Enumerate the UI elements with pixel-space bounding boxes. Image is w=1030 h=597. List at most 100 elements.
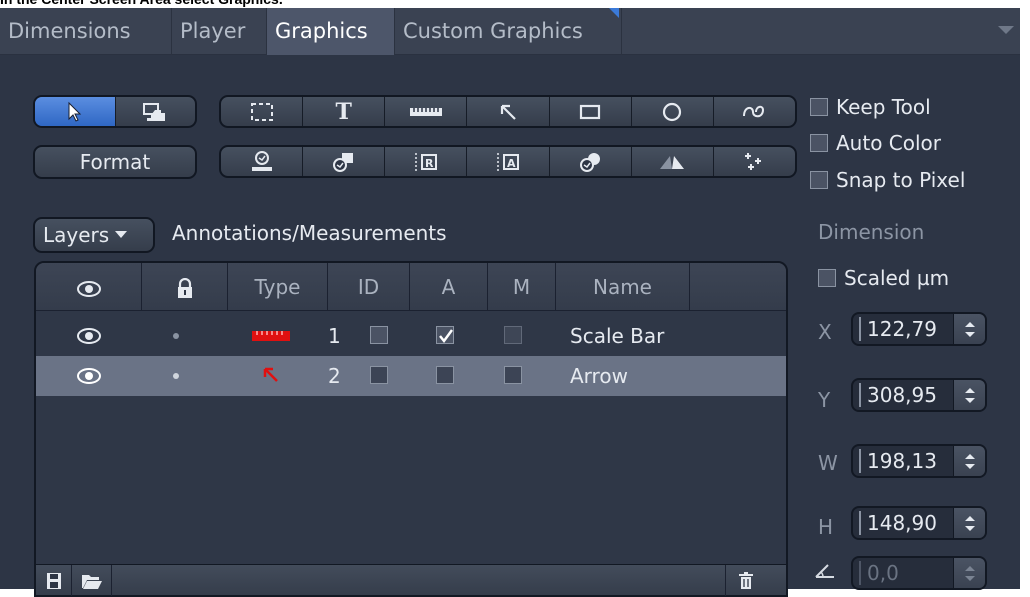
keep-tool-checkbox[interactable] bbox=[810, 97, 828, 116]
pointer-mode-button[interactable] bbox=[35, 97, 116, 126]
column-name[interactable]: Name bbox=[556, 263, 690, 311]
row-a-checkbox[interactable] bbox=[436, 366, 454, 384]
y-spinbox[interactable]: 308,95 bbox=[851, 378, 987, 412]
scaled-um-checkbox[interactable] bbox=[818, 268, 836, 287]
marker-icon bbox=[332, 152, 353, 172]
tab-player[interactable]: Player bbox=[172, 8, 267, 55]
eye-icon[interactable] bbox=[76, 327, 102, 345]
tab-graphics[interactable]: Graphics bbox=[267, 8, 395, 55]
auto-color-checkbox[interactable] bbox=[810, 133, 828, 152]
y-stepper[interactable] bbox=[953, 380, 985, 410]
layers-label: Layers bbox=[43, 223, 110, 247]
lock-state-dot[interactable] bbox=[173, 373, 179, 379]
table-row[interactable]: 2 Arrow bbox=[36, 356, 786, 396]
column-id[interactable]: ID bbox=[328, 263, 410, 311]
trash-icon bbox=[738, 571, 753, 589]
tab-dimensions[interactable]: Dimensions bbox=[0, 8, 172, 55]
w-stepper[interactable] bbox=[953, 446, 985, 476]
y-label: Y bbox=[818, 388, 831, 412]
row-id-checkbox[interactable] bbox=[370, 326, 388, 344]
angle-icon bbox=[660, 155, 685, 169]
mode-button-group bbox=[33, 95, 197, 128]
chevron-down-icon bbox=[965, 398, 975, 403]
column-type[interactable]: Type bbox=[228, 263, 328, 311]
chevron-up-icon bbox=[965, 322, 975, 327]
tool-circle[interactable] bbox=[632, 97, 714, 126]
x-label: X bbox=[818, 320, 832, 344]
eye-icon bbox=[76, 280, 101, 297]
tool-curve[interactable] bbox=[714, 97, 795, 126]
overlay-mode-button[interactable] bbox=[116, 97, 196, 126]
x-value-input[interactable]: 122,79 bbox=[859, 317, 953, 341]
w-spinbox[interactable]: 198,13 bbox=[851, 444, 987, 478]
tab-menu-chevron-icon[interactable] bbox=[998, 26, 1014, 34]
tool-multi-point[interactable] bbox=[714, 147, 795, 176]
row-m-checkbox[interactable] bbox=[504, 326, 522, 344]
row-id-checkbox[interactable] bbox=[370, 366, 388, 384]
w-value-input[interactable]: 198,13 bbox=[859, 449, 953, 473]
column-m[interactable]: M bbox=[488, 263, 556, 311]
arrow-icon bbox=[500, 104, 516, 120]
tool-circle-measure[interactable] bbox=[221, 147, 304, 176]
circle-measure-icon bbox=[251, 150, 272, 171]
lock-state-dot[interactable] bbox=[173, 333, 179, 339]
format-button[interactable]: Format bbox=[33, 145, 197, 179]
option-keep-tool[interactable]: Keep Tool bbox=[810, 95, 931, 119]
tool-text[interactable]: T bbox=[303, 97, 386, 126]
row-m-checkbox[interactable] bbox=[504, 366, 522, 384]
column-a[interactable]: A bbox=[410, 263, 488, 311]
svg-text:A: A bbox=[507, 157, 516, 170]
h-spinbox[interactable]: 148,90 bbox=[851, 506, 987, 540]
tool-line-profile[interactable]: R bbox=[385, 147, 468, 176]
row-name: Arrow bbox=[570, 364, 628, 388]
h-stepper[interactable] bbox=[953, 508, 985, 538]
multi-circle-icon bbox=[580, 152, 601, 172]
h-label: H bbox=[818, 515, 834, 539]
delete-button[interactable] bbox=[725, 565, 765, 596]
tool-scale-bar[interactable] bbox=[385, 97, 468, 126]
save-icon bbox=[46, 572, 61, 589]
rectangle-icon bbox=[580, 104, 601, 119]
tool-arrow[interactable] bbox=[467, 97, 550, 126]
option-auto-color[interactable]: Auto Color bbox=[810, 131, 941, 155]
angle-value-input: 0,0 bbox=[859, 561, 953, 585]
chevron-up-icon bbox=[965, 388, 975, 393]
column-lock[interactable] bbox=[142, 263, 228, 311]
tool-rectangle[interactable] bbox=[550, 97, 632, 126]
folder-open-icon bbox=[81, 574, 102, 589]
open-button[interactable] bbox=[72, 565, 112, 596]
eye-icon[interactable] bbox=[76, 367, 102, 385]
column-visibility[interactable] bbox=[36, 263, 142, 311]
angle-spinbox: 0,0 bbox=[851, 556, 987, 590]
multi-point-icon bbox=[745, 152, 762, 170]
tab-custom-graphics[interactable]: Custom Graphics bbox=[395, 8, 622, 55]
option-snap-to-pixel[interactable]: Snap to Pixel bbox=[810, 168, 965, 192]
chevron-down-icon bbox=[115, 231, 128, 238]
row-name: Scale Bar bbox=[570, 324, 665, 348]
tool-angle[interactable] bbox=[632, 147, 714, 176]
drawing-tools-row-2: R A bbox=[219, 145, 797, 178]
tool-marker[interactable] bbox=[303, 147, 386, 176]
snap-to-pixel-checkbox[interactable] bbox=[810, 170, 828, 189]
row-a-checkbox[interactable] bbox=[436, 326, 454, 344]
angle-icon bbox=[815, 564, 834, 578]
chevron-down-icon bbox=[965, 526, 975, 531]
scaled-um-option[interactable]: Scaled µm bbox=[818, 266, 949, 290]
tab-bar: Dimensions Player Graphics Custom Graphi… bbox=[0, 8, 1020, 55]
tool-multi-circle[interactable] bbox=[550, 147, 632, 176]
table-row[interactable]: 1 Scale Bar bbox=[36, 316, 786, 356]
drawing-tools-row-1: T bbox=[219, 95, 797, 128]
table-header: Type ID A M Name bbox=[36, 263, 786, 311]
y-value-input[interactable]: 308,95 bbox=[859, 383, 953, 407]
save-button[interactable] bbox=[36, 565, 72, 596]
x-spinbox[interactable]: 122,79 bbox=[851, 312, 987, 346]
tool-line-profile-alt[interactable]: A bbox=[467, 147, 550, 176]
table-footer bbox=[34, 564, 788, 597]
text-icon: T bbox=[335, 98, 352, 125]
auto-color-label: Auto Color bbox=[836, 131, 942, 155]
tool-select-rectangle[interactable] bbox=[221, 97, 304, 126]
annotations-table: Type ID A M Name 1 Scale Bar 2 Arrow bbox=[34, 261, 788, 571]
layers-dropdown-button[interactable]: Layers bbox=[33, 217, 155, 253]
h-value-input[interactable]: 148,90 bbox=[859, 511, 953, 535]
x-stepper[interactable] bbox=[953, 314, 985, 344]
